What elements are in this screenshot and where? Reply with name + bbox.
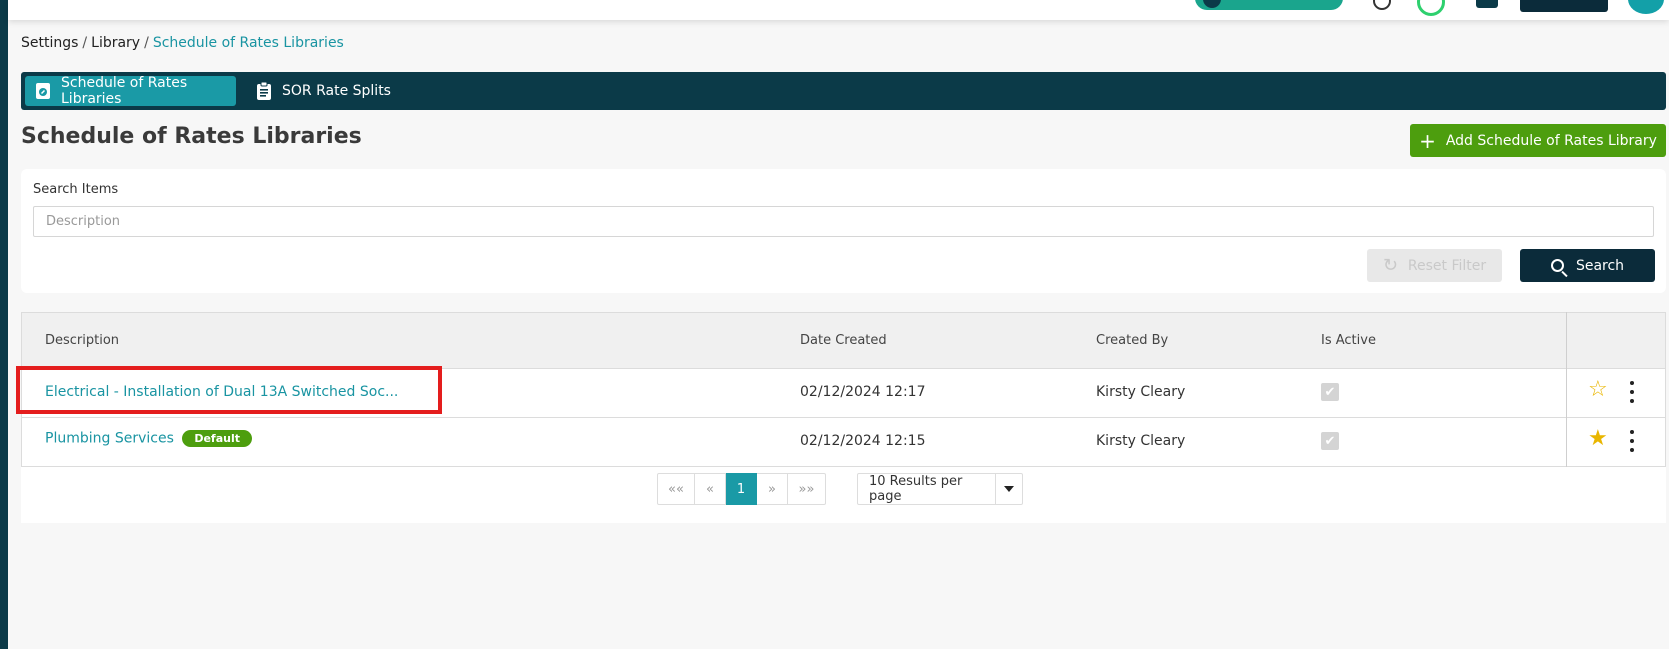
results-per-page-select[interactable]: 10 Results per page — [857, 473, 1023, 505]
filter-panel: Search Items Description ↻ Reset Filter … — [21, 169, 1666, 293]
breadcrumb-separator: / — [82, 35, 88, 51]
chevron-down-icon[interactable] — [995, 474, 1022, 504]
clipboard-icon — [256, 82, 272, 100]
reset-filter-label: Reset Filter — [1407, 257, 1487, 274]
breadcrumb-current: Schedule of Rates Libraries — [152, 35, 344, 51]
refresh-icon: ↻ — [1382, 255, 1398, 276]
row-created-by: Kirsty Cleary — [1096, 384, 1186, 400]
tab-label: Schedule of Rates Libraries — [61, 75, 188, 107]
highlight-annotation-box — [16, 366, 442, 414]
actions-column-divider — [1566, 312, 1567, 467]
column-header-is-active[interactable]: Is Active — [1321, 333, 1376, 348]
is-active-checkbox: ✔ — [1321, 383, 1339, 401]
description-search-input[interactable]: Description — [33, 206, 1654, 237]
breadcrumb: Settings / Library / Schedule of Rates Libra… — [21, 35, 344, 51]
is-active-checkbox: ✔ — [1321, 432, 1339, 450]
last-page-button[interactable]: »» — [788, 473, 826, 505]
kebab-menu-icon[interactable] — [1629, 430, 1635, 452]
page-title: Schedule of Rates Libraries — [21, 124, 362, 149]
library-icon — [35, 82, 51, 100]
search-items-label: Search Items — [33, 182, 119, 197]
tab-label: SOR Rate Splits — [282, 83, 391, 99]
table-header: Description Date Created Created By Is A… — [21, 312, 1666, 369]
tab-sor-rate-splits[interactable]: SOR Rate Splits — [246, 76, 401, 106]
row-date-created: 02/12/2024 12:17 — [800, 384, 926, 400]
plus-icon: + — [1419, 128, 1436, 153]
avatar[interactable] — [1628, 0, 1664, 14]
star-filled-icon[interactable]: ★ — [1588, 428, 1608, 450]
search-icon — [1550, 259, 1564, 272]
pagination: «« « 1 » »» — [657, 473, 826, 505]
default-badge: Default — [182, 430, 252, 447]
top-bar — [8, 0, 1669, 20]
row-description-link[interactable]: Plumbing Services — [45, 431, 174, 447]
search-icon[interactable] — [1373, 0, 1391, 10]
add-button-label: Add Schedule of Rates Library — [1445, 132, 1657, 149]
first-page-button[interactable]: «« — [657, 473, 695, 505]
search-button-label: Search — [1575, 257, 1625, 274]
kebab-menu-icon[interactable] — [1629, 381, 1635, 403]
row-created-by: Kirsty Cleary — [1096, 433, 1186, 449]
row-date-created: 02/12/2024 12:15 — [800, 433, 926, 449]
next-page-button[interactable]: » — [757, 473, 788, 505]
column-header-description[interactable]: Description — [45, 333, 119, 348]
breadcrumb-item-settings[interactable]: Settings — [21, 35, 78, 51]
page-1-button[interactable]: 1 — [726, 473, 757, 505]
breadcrumb-separator: / — [144, 35, 149, 51]
table-row: Plumbing Services Default 02/12/2024 12:… — [21, 418, 1666, 467]
reset-filter-button[interactable]: ↻ Reset Filter — [1367, 249, 1502, 282]
tab-schedule-of-rates-libraries[interactable]: Schedule of Rates Libraries — [25, 75, 236, 107]
star-outline-icon[interactable]: ☆ — [1588, 379, 1608, 401]
results-per-page-label: 10 Results per page — [869, 474, 963, 504]
tab-bar: Schedule of Rates Libraries SOR Rate Spl… — [21, 72, 1666, 110]
add-schedule-of-rates-library-button[interactable]: + Add Schedule of Rates Library — [1410, 124, 1666, 157]
left-rail — [0, 0, 8, 649]
previous-page-button[interactable]: « — [695, 473, 726, 505]
breadcrumb-item-library[interactable]: Library — [91, 35, 140, 51]
chat-icon[interactable] — [1417, 0, 1445, 16]
row-description-cell: Plumbing Services Default — [45, 430, 252, 447]
column-header-created-by[interactable]: Created By — [1096, 333, 1168, 348]
libraries-table: Description Date Created Created By Is A… — [21, 312, 1666, 523]
header-action-button[interactable] — [1520, 0, 1608, 12]
column-header-date-created[interactable]: Date Created — [800, 333, 887, 348]
status-toggle[interactable] — [1195, 0, 1343, 10]
bell-icon[interactable] — [1476, 0, 1498, 8]
search-button[interactable]: Search — [1520, 249, 1655, 282]
